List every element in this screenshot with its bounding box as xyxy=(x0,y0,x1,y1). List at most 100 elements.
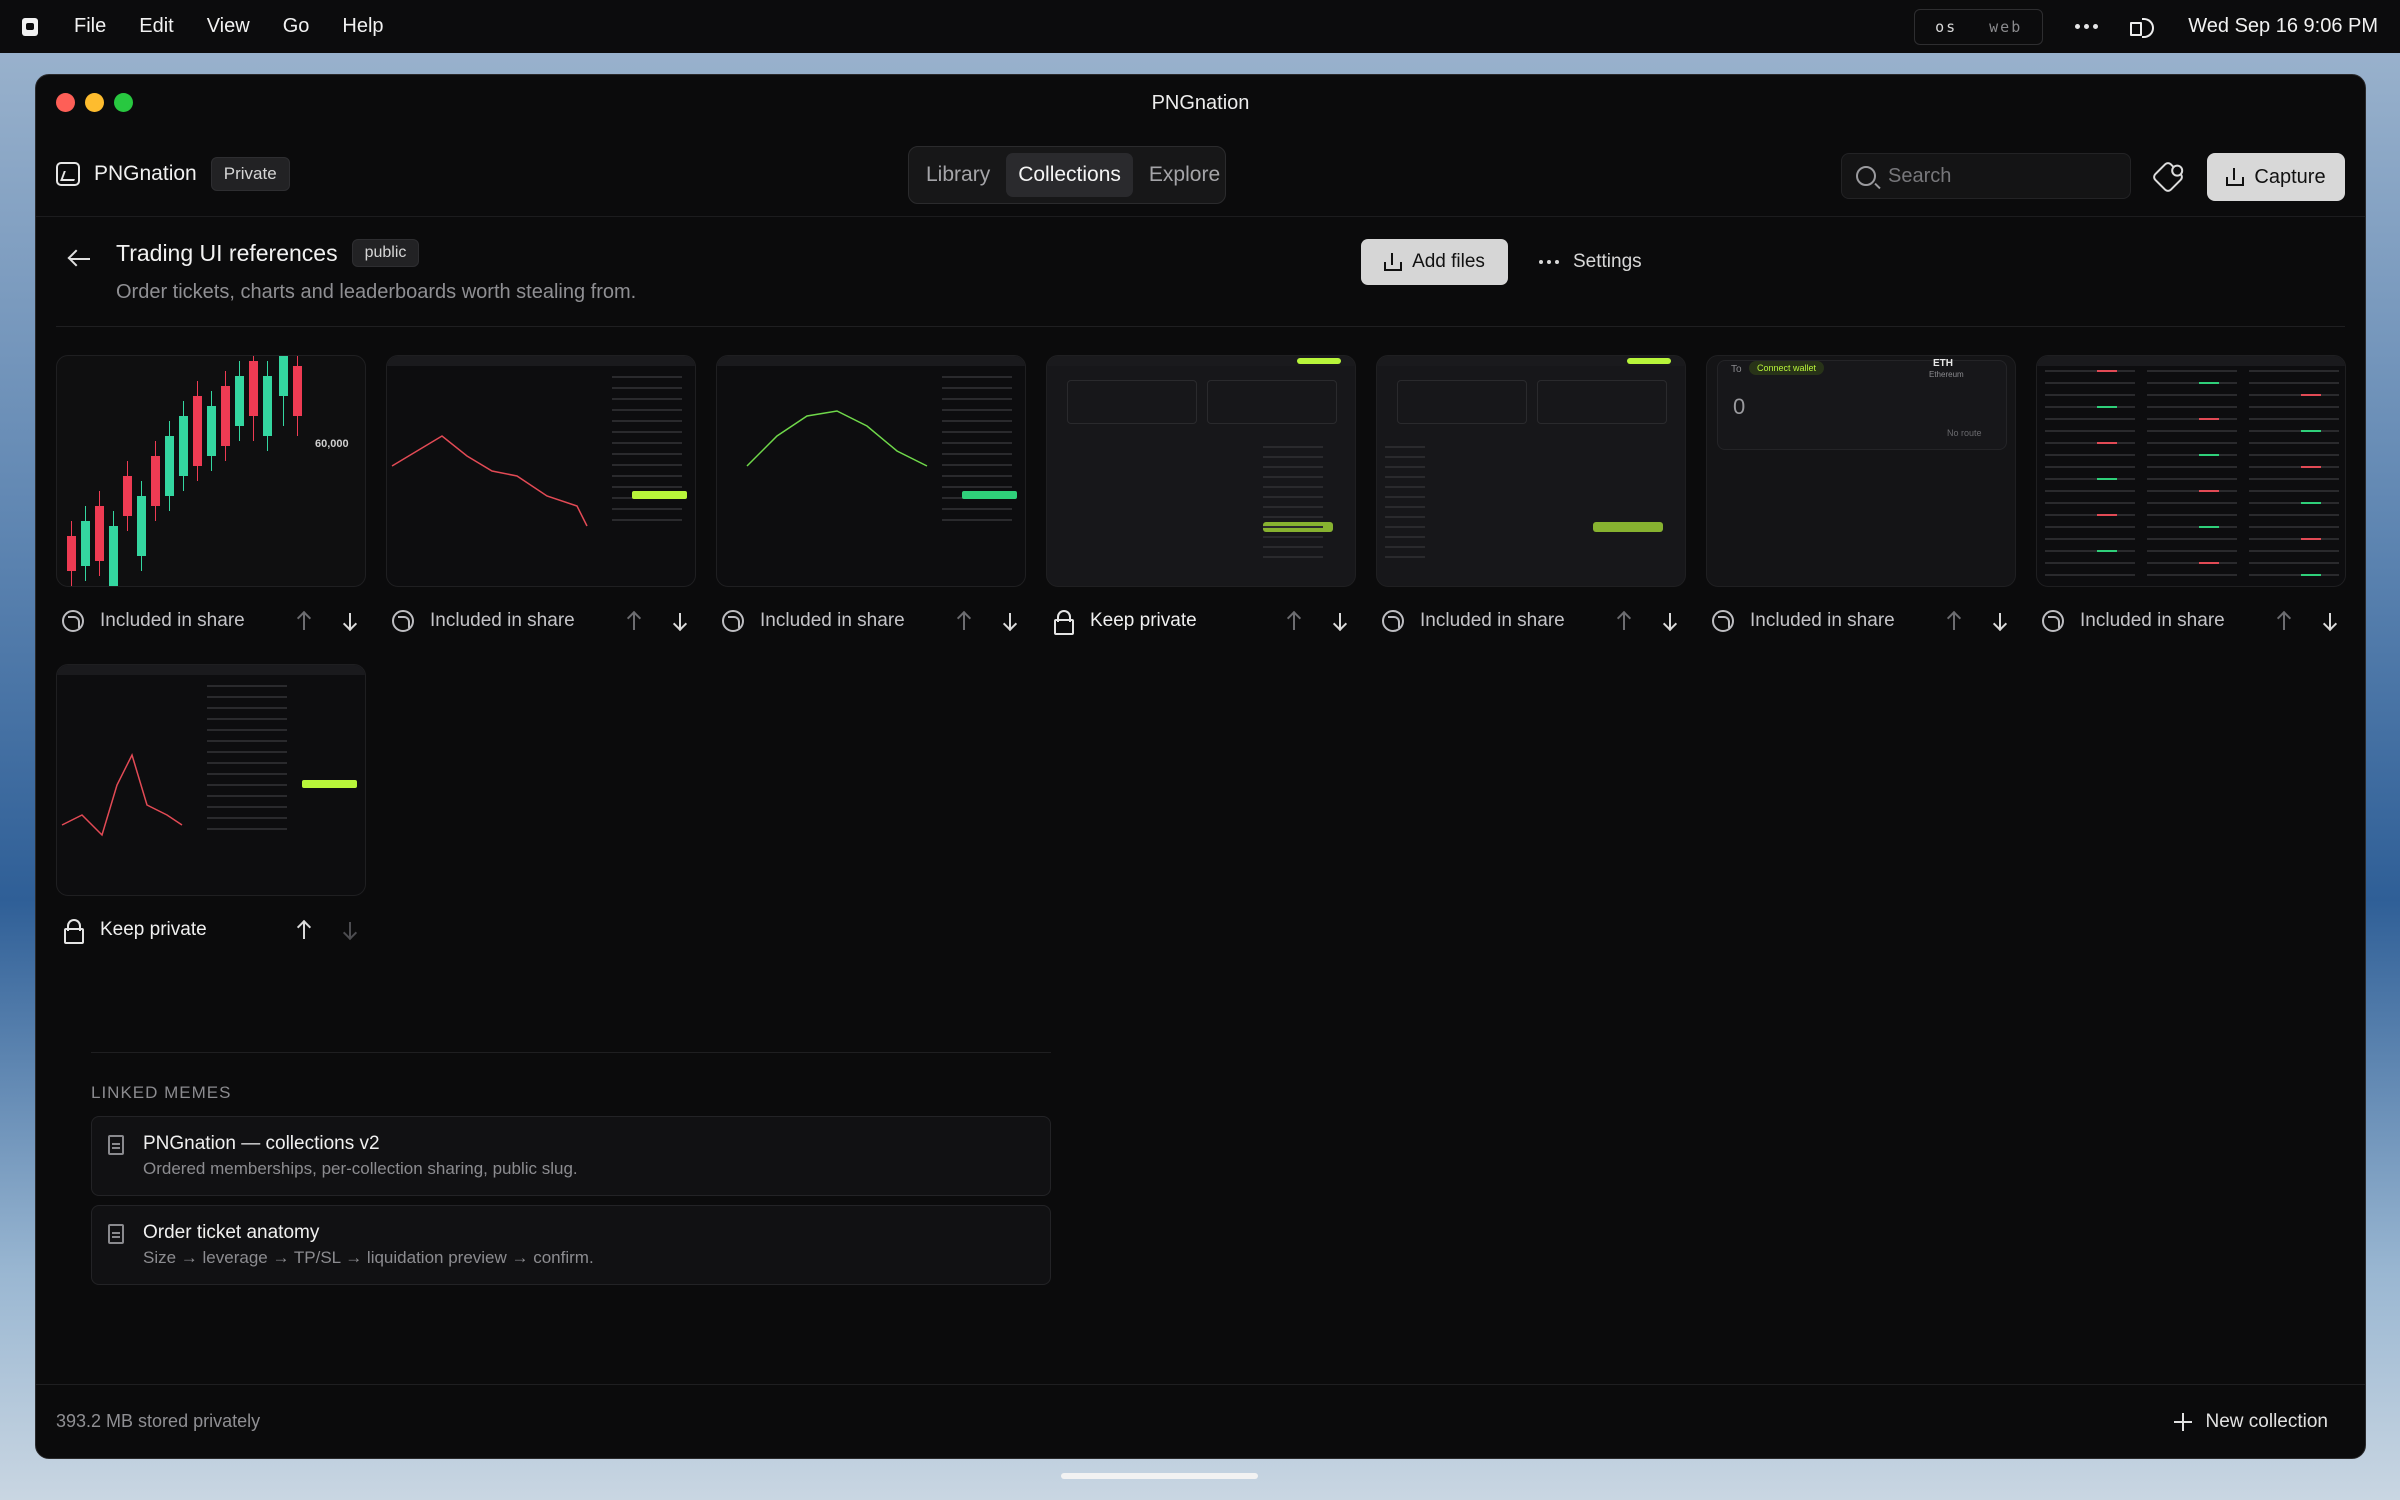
thumb-row xyxy=(942,475,1012,477)
share-toggle[interactable]: Included in share xyxy=(1706,587,2016,655)
thumb-row xyxy=(207,828,287,830)
share-icon xyxy=(1382,610,1404,632)
collection-item-card[interactable]: 60,000 Included in share xyxy=(56,355,366,655)
thumb-row xyxy=(2045,562,2135,564)
thumb-row xyxy=(942,387,1012,389)
collection-item-card[interactable]: Included in share xyxy=(716,355,1026,655)
thumb-row xyxy=(1263,476,1323,478)
tab-collections[interactable]: Collections xyxy=(1006,153,1133,197)
thumb-row xyxy=(2045,502,2135,504)
thumb-row xyxy=(2147,526,2237,528)
thumb-row xyxy=(1263,556,1323,558)
price-line xyxy=(391,435,588,527)
menu-edit[interactable]: Edit xyxy=(139,15,173,38)
mode-os[interactable]: os xyxy=(1919,18,1973,36)
volume-icon[interactable] xyxy=(2130,16,2156,38)
collection-item-card[interactable]: Included in share xyxy=(1376,355,1686,655)
capture-button[interactable]: Capture xyxy=(2207,153,2345,201)
menu-help[interactable]: Help xyxy=(342,15,383,38)
thumb-change xyxy=(2301,430,2321,432)
search-input[interactable] xyxy=(1888,164,2088,188)
thumb-row xyxy=(207,784,287,786)
move-up-arrow-icon[interactable] xyxy=(296,920,312,940)
move-down-arrow-icon[interactable] xyxy=(1332,611,1348,631)
screenshot-thumbnail[interactable] xyxy=(386,355,696,587)
move-up-arrow-icon[interactable] xyxy=(1946,611,1962,631)
move-down-arrow-icon[interactable] xyxy=(342,920,358,940)
thumb-row xyxy=(2045,478,2135,480)
thumb-row xyxy=(942,398,1012,400)
thumb-topbar xyxy=(2037,356,2345,366)
home-indicator xyxy=(1061,1473,1258,1479)
move-up-arrow-icon[interactable] xyxy=(956,611,972,631)
screenshot-thumbnail[interactable] xyxy=(1376,355,1686,587)
mode-switch[interactable]: os web xyxy=(1914,8,2044,45)
move-up-arrow-icon[interactable] xyxy=(626,611,642,631)
visibility-badge: public xyxy=(351,239,420,267)
share-toggle[interactable]: Included in share xyxy=(386,587,696,655)
share-toggle[interactable]: Included in share xyxy=(2036,587,2346,655)
more-icon[interactable] xyxy=(2075,24,2099,29)
extensions-icon[interactable] xyxy=(2151,160,2185,194)
screenshot-thumbnail[interactable] xyxy=(2036,355,2346,587)
thumb-cta xyxy=(1593,522,1663,532)
collection-item-card[interactable]: To Connect wallet ETH Ethereum 0 No route Incl… xyxy=(1706,355,2016,655)
share-toggle[interactable]: Included in share xyxy=(1376,587,1686,655)
move-down-arrow-icon[interactable] xyxy=(1992,611,2008,631)
move-up-arrow-icon[interactable] xyxy=(1286,611,1302,631)
linked-memo[interactable]: PNGnation — collections v2 Ordered membe… xyxy=(91,1116,1051,1196)
thumb-change xyxy=(2301,574,2321,576)
share-toggle[interactable]: Keep private xyxy=(1046,587,1356,655)
thumb-row xyxy=(2045,538,2135,540)
settings-button[interactable]: Settings xyxy=(1539,251,1642,273)
thumb-row xyxy=(612,431,682,433)
thumb-row xyxy=(207,795,287,797)
thumb-row xyxy=(2249,478,2339,480)
privacy-badge: Private xyxy=(210,156,290,191)
mode-web[interactable]: web xyxy=(1973,18,2038,36)
share-toggle[interactable]: Included in share xyxy=(716,587,1026,655)
move-down-arrow-icon[interactable] xyxy=(2322,611,2338,631)
move-down-arrow-icon[interactable] xyxy=(342,611,358,631)
back-arrow-icon[interactable] xyxy=(68,251,90,267)
screenshot-thumbnail[interactable] xyxy=(716,355,1026,587)
menu-file[interactable]: File xyxy=(74,15,106,38)
footer-bar: 393.2 MB stored privately New collection xyxy=(36,1384,2365,1458)
move-down-arrow-icon[interactable] xyxy=(1002,611,1018,631)
move-down-arrow-icon[interactable] xyxy=(1662,611,1678,631)
tab-explore[interactable]: Explore xyxy=(1137,153,1232,197)
share-toggle[interactable]: Keep private xyxy=(56,896,366,964)
close-window-button[interactable] xyxy=(56,93,75,112)
thumb-change xyxy=(2097,478,2117,480)
minimize-window-button[interactable] xyxy=(85,93,104,112)
thumb-row xyxy=(2045,394,2135,396)
new-collection-button[interactable]: New collection xyxy=(2173,1411,2328,1433)
screenshot-thumbnail[interactable] xyxy=(1046,355,1356,587)
collection-item-card[interactable]: Included in share xyxy=(2036,355,2346,655)
plus-icon xyxy=(2173,1412,2192,1431)
app-menu-icon[interactable] xyxy=(22,17,38,36)
thumb-row xyxy=(2147,550,2237,552)
tab-library[interactable]: Library xyxy=(914,153,1002,197)
zoom-window-button[interactable] xyxy=(114,93,133,112)
add-files-button[interactable]: Add files xyxy=(1361,239,1508,285)
screenshot-thumbnail[interactable] xyxy=(56,664,366,896)
collection-item-card[interactable]: Keep private xyxy=(56,664,366,964)
thumb-change xyxy=(2199,526,2219,528)
screenshot-thumbnail[interactable]: To Connect wallet ETH Ethereum 0 No route xyxy=(1706,355,2016,587)
menu-view[interactable]: View xyxy=(207,15,250,38)
menu-go[interactable]: Go xyxy=(283,15,310,38)
collection-item-card[interactable]: Keep private xyxy=(1046,355,1356,655)
move-up-arrow-icon[interactable] xyxy=(2276,611,2292,631)
thumb-row xyxy=(2147,394,2237,396)
screenshot-thumbnail[interactable]: 60,000 xyxy=(56,355,366,587)
collection-title: Trading UI references xyxy=(116,239,338,266)
move-down-arrow-icon[interactable] xyxy=(672,611,688,631)
move-up-arrow-icon[interactable] xyxy=(1616,611,1632,631)
move-up-arrow-icon[interactable] xyxy=(296,611,312,631)
candle-wick xyxy=(253,356,254,441)
search-box[interactable] xyxy=(1841,153,2131,199)
collection-item-card[interactable]: Included in share xyxy=(386,355,696,655)
share-toggle[interactable]: Included in share xyxy=(56,587,366,655)
linked-memo[interactable]: Order ticket anatomy Size → leverage → T… xyxy=(91,1205,1051,1285)
